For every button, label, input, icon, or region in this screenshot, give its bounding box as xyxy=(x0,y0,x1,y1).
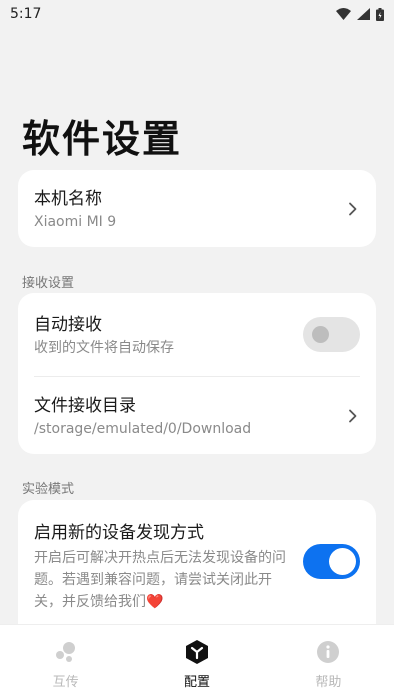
bottom-nav: 互传 配置 帮助 xyxy=(0,624,394,700)
device-name-row[interactable]: 本机名称 Xiaomi MI 9 xyxy=(18,170,376,247)
new-discovery-title: 启用新的设备发现方式 xyxy=(34,523,204,543)
auto-receive-subtitle: 收到的文件将自动保存 xyxy=(34,340,174,356)
receive-dir-title: 文件接收目录 xyxy=(34,396,136,416)
auto-receive-title: 自动接收 xyxy=(34,315,102,335)
settings-cube-icon xyxy=(184,639,210,665)
chevron-right-icon xyxy=(349,202,357,215)
info-icon xyxy=(315,639,341,665)
experimental-card: 启用新的设备发现方式 开启后可解决开热点后无法发现设备的问题。若遇到兼容问题，请… xyxy=(18,500,376,640)
status-time: 5:17 xyxy=(10,6,42,22)
new-discovery-row: 启用新的设备发现方式 开启后可解决开热点后无法发现设备的问题。若遇到兼容问题，请… xyxy=(18,500,376,613)
nav-item-settings[interactable]: 配置 xyxy=(131,625,262,700)
transfer-icon xyxy=(53,639,79,665)
receive-settings-card: 自动接收 收到的文件将自动保存 文件接收目录 /storage/emulated… xyxy=(18,293,376,454)
auto-receive-row: 自动接收 收到的文件将自动保存 xyxy=(18,293,376,376)
signal-icon xyxy=(357,8,370,20)
receive-dir-row[interactable]: 文件接收目录 /storage/emulated/0/Download xyxy=(18,377,376,454)
toggle-knob xyxy=(312,326,329,343)
section-label-experimental: 实验模式 xyxy=(22,482,75,497)
status-icons xyxy=(336,7,384,21)
nav-label-settings: 配置 xyxy=(183,675,210,690)
receive-dir-value: /storage/emulated/0/Download xyxy=(34,421,252,437)
auto-receive-toggle[interactable] xyxy=(303,317,360,352)
new-discovery-toggle[interactable] xyxy=(303,544,360,579)
nav-label-help: 帮助 xyxy=(315,675,342,690)
status-bar: 5:17 xyxy=(0,0,394,28)
section-label-receive: 接收设置 xyxy=(22,276,75,291)
nav-item-transfer[interactable]: 互传 xyxy=(0,625,131,700)
chevron-right-icon xyxy=(349,409,357,422)
wifi-icon xyxy=(336,8,351,20)
page-title: 软件设置 xyxy=(22,117,183,161)
device-name-title: 本机名称 xyxy=(34,189,102,209)
device-name-value: Xiaomi MI 9 xyxy=(34,214,117,230)
battery-icon xyxy=(376,7,384,21)
nav-label-transfer: 互传 xyxy=(52,675,79,690)
new-discovery-description: 开启后可解决开热点后无法发现设备的问题。若遇到兼容问题，请尝试关闭此开关，并反馈… xyxy=(34,550,286,610)
nav-item-help[interactable]: 帮助 xyxy=(263,625,394,700)
device-name-card: 本机名称 Xiaomi MI 9 xyxy=(18,170,376,247)
toggle-knob xyxy=(329,548,356,575)
